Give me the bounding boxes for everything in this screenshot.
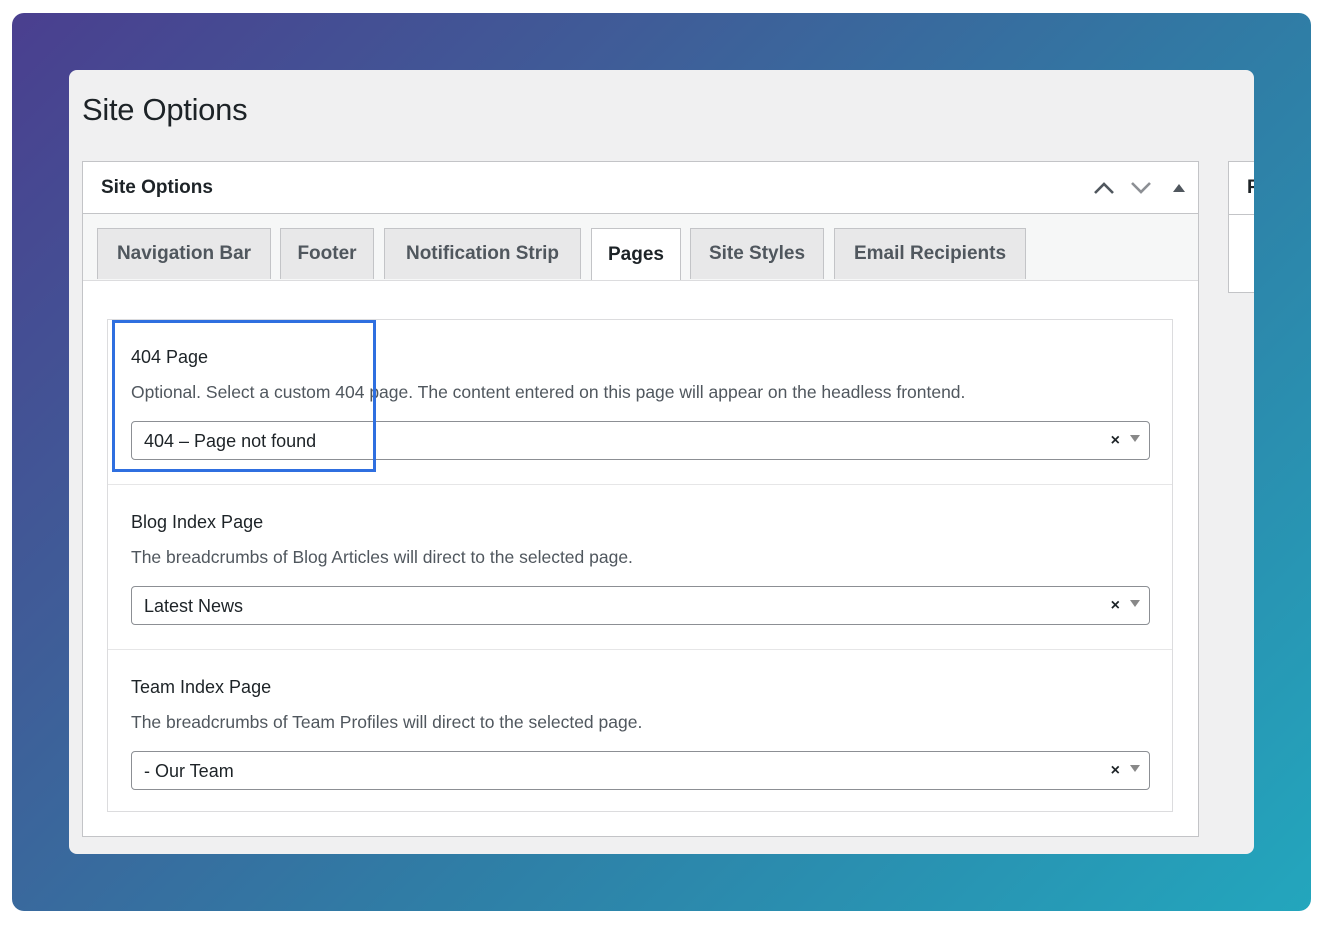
dropdown-arrow-icon[interactable]: [1130, 435, 1140, 442]
tab-footer[interactable]: Footer: [280, 228, 374, 279]
select-value: 404 – Page not found: [144, 431, 317, 451]
blog-index-page-select[interactable]: Latest News ×: [131, 586, 1150, 625]
field-label: Team Index Page: [131, 677, 272, 697]
tab-site-styles[interactable]: Site Styles: [690, 228, 824, 279]
fields-panel: 404 Page Optional. Select a custom 404 p…: [107, 319, 1173, 812]
dropdown-arrow-icon[interactable]: [1130, 600, 1140, 607]
tab-notification-strip[interactable]: Notification Strip: [384, 228, 581, 279]
field-description: Optional. Select a custom 404 page. The …: [131, 382, 966, 402]
select-value: Latest News: [144, 596, 244, 616]
field-description: The breadcrumbs of Blog Articles will di…: [131, 547, 633, 567]
site-options-postbox: Site Options Navigation Bar Footer Notif…: [82, 161, 1199, 837]
tab-navigation-bar[interactable]: Navigation Bar: [97, 228, 271, 279]
page-title: Site Options: [82, 92, 248, 127]
triangle-up-icon[interactable]: [1167, 176, 1191, 200]
chevron-down-icon[interactable]: [1129, 176, 1153, 200]
chevron-up-icon[interactable]: [1092, 176, 1116, 200]
postbox-title: Site Options: [101, 177, 213, 198]
field-label: Blog Index Page: [131, 512, 264, 532]
field-team-index-page: Team Index Page The breadcrumbs of Team …: [108, 650, 1172, 814]
field-label: 404 Page: [131, 347, 209, 367]
clear-icon[interactable]: ×: [1111, 762, 1120, 780]
postbox-header: Site Options: [83, 162, 1198, 214]
tab-pages[interactable]: Pages: [591, 228, 681, 280]
tab-bar: Navigation Bar Footer Notification Strip…: [83, 214, 1198, 281]
field-blog-index-page: Blog Index Page The breadcrumbs of Blog …: [108, 485, 1172, 650]
side-postbox-clip: P: [1228, 70, 1254, 854]
admin-window: Site Options Site Options Navigation Bar…: [69, 70, 1254, 854]
dropdown-arrow-icon[interactable]: [1130, 765, 1140, 772]
team-index-page-select[interactable]: - Our Team ×: [131, 751, 1150, 790]
404-page-select[interactable]: 404 – Page not found ×: [131, 421, 1150, 460]
clear-icon[interactable]: ×: [1111, 597, 1120, 615]
side-postbox: P: [1228, 161, 1254, 293]
side-postbox-header: P: [1229, 162, 1254, 215]
clear-icon[interactable]: ×: [1111, 432, 1120, 450]
tab-email-recipients[interactable]: Email Recipients: [834, 228, 1026, 279]
side-postbox-title: P: [1247, 177, 1254, 198]
field-description: The breadcrumbs of Team Profiles will di…: [131, 712, 643, 732]
select-value: - Our Team: [144, 761, 234, 781]
field-404-page: 404 Page Optional. Select a custom 404 p…: [108, 320, 1172, 485]
